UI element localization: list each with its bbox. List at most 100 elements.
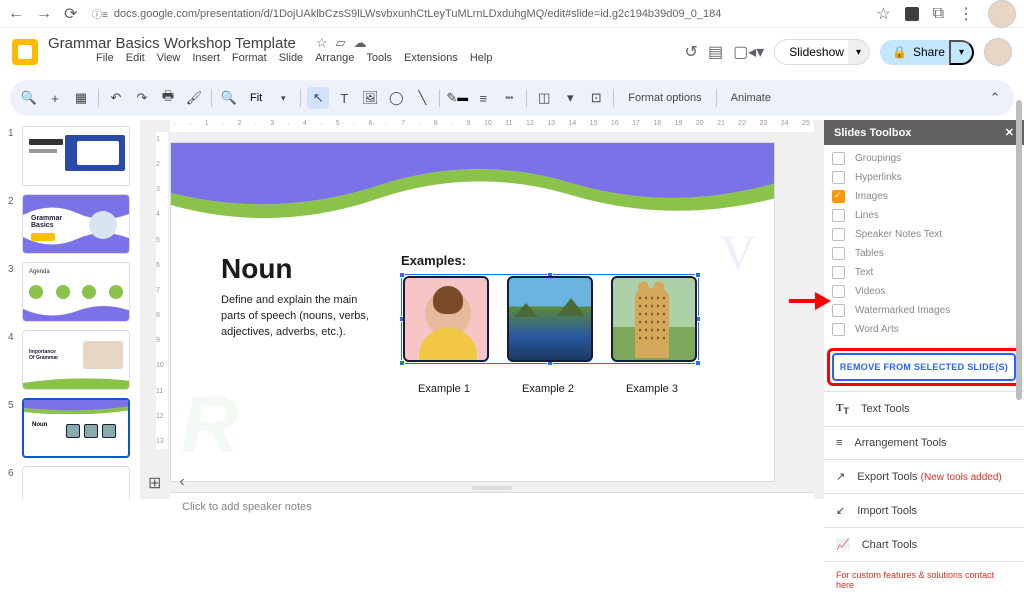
examples-title[interactable]: Examples: [401, 253, 744, 268]
comments-icon[interactable]: ▤ [708, 42, 723, 62]
example-label-3[interactable]: Example 3 [609, 383, 695, 395]
import-tools-section[interactable]: ↙ Import Tools [824, 493, 1024, 527]
search-icon[interactable]: 🔍 [18, 87, 40, 109]
thumbnail-4[interactable]: ImportanceOf Grammar [22, 330, 130, 390]
checkbox-icon[interactable] [832, 285, 845, 298]
shape-icon[interactable]: ◯ [385, 87, 407, 109]
reload-icon[interactable]: ⟳ [64, 4, 80, 24]
textbox-icon[interactable]: T [333, 87, 355, 109]
checkbox-icon[interactable] [832, 171, 845, 184]
redo-icon[interactable]: ↷ [131, 87, 153, 109]
zoom-select[interactable]: Fit [244, 92, 268, 104]
undo-icon[interactable]: ↶ [105, 87, 127, 109]
menu-edit[interactable]: Edit [126, 52, 145, 70]
mask-icon[interactable]: ▾ [559, 87, 581, 109]
zoom-dropdown[interactable]: ▾ [272, 87, 294, 109]
checkbox-icon[interactable] [832, 323, 845, 336]
checkbox-icon[interactable] [832, 209, 845, 222]
slide-canvas[interactable]: R V Noun Define and explain the main par… [170, 142, 775, 482]
cloud-icon[interactable]: ☁ [354, 35, 367, 51]
paint-icon[interactable]: 🖌 [183, 87, 205, 109]
export-tools-section[interactable]: ↗ Export Tools (New tools added) [824, 459, 1024, 493]
print-icon[interactable]: 🖶 [157, 87, 179, 109]
grid-view-icon[interactable]: ⊞ [148, 473, 161, 493]
menu-arrange[interactable]: Arrange [315, 52, 354, 70]
animate[interactable]: Animate [723, 92, 779, 104]
menu-view[interactable]: View [157, 52, 181, 70]
check-lines[interactable]: Lines [832, 206, 1016, 225]
meet-icon[interactable]: ▢◂▾ [733, 42, 764, 62]
browser-avatar[interactable] [988, 0, 1016, 28]
replace-image-icon[interactable]: ⊡ [585, 87, 607, 109]
selection-box[interactable] [401, 274, 699, 364]
slide-heading[interactable]: Noun [221, 253, 381, 285]
share-button[interactable]: 🔒Share [880, 40, 957, 65]
menu-file[interactable]: File [96, 52, 114, 70]
share-dropdown[interactable]: ▾ [949, 40, 974, 65]
move-icon[interactable]: ▱ [336, 35, 346, 51]
check-text[interactable]: Text [832, 263, 1016, 282]
thumbnail-1[interactable] [22, 126, 130, 186]
line-icon[interactable]: ╲ [411, 87, 433, 109]
back-icon[interactable]: ← [8, 6, 24, 22]
check-tables[interactable]: Tables [832, 244, 1016, 263]
check-videos[interactable]: Videos [832, 282, 1016, 301]
layout-icon[interactable]: ▦ [70, 87, 92, 109]
example-label-1[interactable]: Example 1 [401, 383, 487, 395]
bookmark-icon[interactable]: ☆ [876, 4, 890, 24]
check-images[interactable]: Images [832, 187, 1016, 206]
doc-title[interactable]: Grammar Basics Workshop Template [48, 35, 296, 52]
check-word-arts[interactable]: Word Arts [832, 320, 1016, 339]
more-icon[interactable]: ⋮ [958, 4, 974, 24]
remove-button[interactable]: REMOVE FROM SELECTED SLIDE(S) [832, 353, 1016, 381]
border-dash-icon[interactable]: ┅ [498, 87, 520, 109]
url-bar[interactable]: ⓘ≡ docs.google.com/presentation/d/1DojUA… [92, 6, 864, 21]
extensions-icon[interactable]: ⧉ [933, 5, 944, 23]
notes-drag-handle[interactable] [472, 486, 512, 490]
format-options[interactable]: Format options [620, 92, 709, 104]
speaker-notes[interactable]: Click to add speaker notes [170, 492, 814, 532]
star-icon[interactable]: ☆ [316, 35, 328, 51]
example-label-2[interactable]: Example 2 [505, 383, 591, 395]
menu-help[interactable]: Help [470, 52, 493, 70]
history-icon[interactable]: ↺ [685, 42, 698, 62]
collapse-toolbar-icon[interactable]: ⌃ [984, 87, 1006, 109]
thumbnail-6[interactable] [22, 466, 130, 499]
checkbox-icon[interactable] [832, 304, 845, 317]
crop-icon[interactable]: ◫ [533, 87, 555, 109]
text-tools-section[interactable]: TT Text Tools [824, 391, 1024, 426]
zoom-icon[interactable]: 🔍 [218, 87, 240, 109]
checkbox-icon[interactable] [832, 228, 845, 241]
checkbox-icon[interactable] [832, 190, 845, 203]
menu-insert[interactable]: Insert [192, 52, 220, 70]
chart-tools-section[interactable]: 📈 Chart Tools [824, 527, 1024, 561]
user-avatar[interactable] [984, 38, 1012, 66]
select-tool[interactable]: ↖ [307, 87, 329, 109]
check-speaker-notes-text[interactable]: Speaker Notes Text [832, 225, 1016, 244]
border-weight-icon[interactable]: ≡ [472, 87, 494, 109]
site-info-icon[interactable]: ⓘ≡ [92, 6, 108, 21]
slideshow-dropdown[interactable]: ▾ [848, 39, 870, 65]
thumbnail-2[interactable]: GrammarBasics [22, 194, 130, 254]
thumbnail-3[interactable]: Agenda [22, 262, 130, 322]
menu-slide[interactable]: Slide [279, 52, 303, 70]
checkbox-icon[interactable] [832, 247, 845, 260]
checkbox-icon[interactable] [832, 152, 845, 165]
arrangement-tools-section[interactable]: ≡ Arrangement Tools [824, 426, 1024, 459]
border-color-icon[interactable]: ✎▬ [446, 87, 468, 109]
check-watermarked-images[interactable]: Watermarked Images [832, 301, 1016, 320]
image-icon[interactable]: 🖼 [359, 87, 381, 109]
example-image-3[interactable] [611, 276, 697, 362]
close-icon[interactable]: ✕ [1005, 126, 1014, 139]
checkbox-icon[interactable] [832, 266, 845, 279]
check-hyperlinks[interactable]: Hyperlinks [832, 168, 1016, 187]
scrollbar[interactable] [1016, 100, 1022, 400]
collapse-panel-icon[interactable]: ‹ [179, 473, 184, 493]
example-image-2[interactable] [507, 276, 593, 362]
custom-link[interactable]: For custom features & solutions contact … [824, 561, 1024, 598]
menu-extensions[interactable]: Extensions [404, 52, 458, 70]
menu-format[interactable]: Format [232, 52, 267, 70]
example-image-1[interactable] [403, 276, 489, 362]
menu-tools[interactable]: Tools [366, 52, 392, 70]
thumbnail-5[interactable]: Noun [22, 398, 130, 458]
